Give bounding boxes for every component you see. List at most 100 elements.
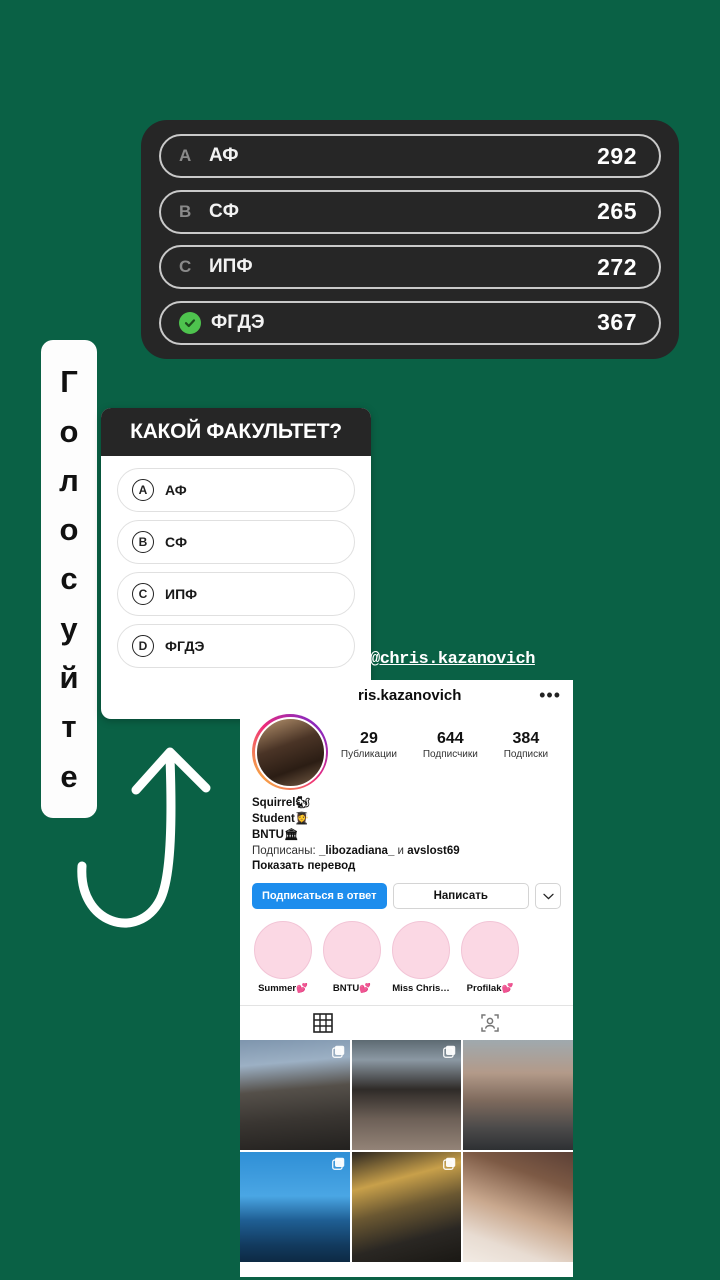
highlight-item[interactable]: Summer💕 [254, 921, 312, 994]
profile-username: ris.kazanovich [358, 686, 462, 704]
vote-letter: у [60, 610, 78, 646]
quiz-option-badge: C [132, 583, 154, 605]
vote-letter: й [59, 660, 79, 696]
quiz-option-label: ИПФ [165, 586, 198, 602]
highlight-cover [392, 921, 450, 980]
quiz-option[interactable]: B СФ [117, 520, 355, 564]
multi-post-icon [443, 1046, 456, 1059]
quiz-option[interactable]: A АФ [117, 468, 355, 512]
result-count: 272 [597, 253, 637, 280]
avatar[interactable] [252, 714, 328, 790]
quiz-option-badge: D [132, 635, 154, 657]
photo-cell[interactable] [240, 1151, 350, 1262]
result-count: 292 [597, 142, 637, 169]
follow-back-button[interactable]: Подписаться в ответ [252, 883, 387, 910]
stat-label: Публикации [340, 749, 397, 760]
result-label: СФ [209, 200, 239, 222]
quiz-option-label: ФГДЭ [165, 638, 205, 654]
stat-followers[interactable]: 644 Подписчики [423, 730, 478, 760]
stat-label: Подписчики [422, 749, 478, 760]
quiz-option[interactable]: D ФГДЭ [117, 624, 355, 668]
photo-cell[interactable] [240, 1040, 350, 1150]
highlight-item[interactable]: Profilak💕 [461, 921, 519, 994]
result-row[interactable]: C ИПФ 272 [159, 245, 661, 290]
chevron-down-icon[interactable] [535, 883, 561, 910]
stat-label: Подписки [503, 749, 549, 760]
stat-value: 644 [437, 730, 464, 747]
result-row-selected[interactable]: ФГДЭ 367 [159, 300, 661, 345]
result-count: 265 [597, 198, 637, 225]
photo-cell[interactable] [351, 1040, 462, 1150]
photo-grid [240, 1040, 573, 1262]
check-circle-icon [179, 311, 201, 334]
quiz-options-list: A АФ B СФ C ИПФ D ФГДЭ [101, 456, 371, 678]
multi-post-icon [331, 1046, 344, 1059]
mutual-user-b[interactable]: avslost69 [407, 845, 459, 857]
profile-tabs [240, 1005, 573, 1039]
profile-bio: Squirrel🐿 Student👩‍🎓 BNTU🏛 Подписаны: _l… [240, 790, 573, 875]
result-count: 367 [597, 309, 637, 336]
avatar-image [254, 716, 326, 788]
highlight-label: Miss Chris… [392, 983, 450, 995]
tagged-person-icon [481, 1014, 499, 1032]
result-label: АФ [209, 145, 239, 166]
quiz-option-label: АФ [165, 482, 187, 498]
vote-letter: о [59, 512, 79, 548]
message-button[interactable]: Написать [392, 883, 529, 910]
bio-line: Squirrel🐿 [252, 797, 311, 809]
more-options-icon[interactable]: ••• [539, 686, 561, 704]
vote-letter: л [59, 462, 79, 498]
mutual-user-a[interactable]: _libozadiana_ [319, 845, 394, 857]
highlight-item[interactable]: BNTU💕 [323, 921, 381, 994]
highlight-cover [323, 921, 381, 980]
bio-line: Student👩‍🎓 [252, 812, 310, 825]
stat-value: 384 [512, 730, 540, 747]
result-row[interactable]: B СФ 265 [159, 189, 661, 234]
highlight-label: BNTU💕 [332, 983, 372, 995]
tab-grid[interactable] [240, 1012, 407, 1033]
mention-sticker[interactable]: @chris.kazanovich [370, 650, 535, 669]
result-label: ФГДЭ [211, 311, 265, 333]
highlight-label: Summer💕 [258, 983, 308, 995]
quiz-option-label: СФ [165, 534, 188, 550]
vote-letter: с [60, 561, 78, 597]
vote-letter: о [59, 413, 79, 449]
quiz-question: КАКОЙ ФАКУЛЬТЕТ? [130, 420, 342, 443]
result-label: ИПФ [209, 256, 253, 278]
profile-main: 29 Публикации 644 Подписчики 384 Подписк… [240, 710, 573, 790]
photo-cell[interactable] [463, 1040, 573, 1150]
multi-post-icon [443, 1157, 456, 1170]
instagram-profile-screenshot: ris.kazanovich ••• 29 Публикации 644 Под… [240, 680, 573, 1277]
quiz-option-badge: A [132, 479, 154, 501]
bio-line: BNTU🏛 [252, 828, 299, 841]
highlight-cover [254, 921, 312, 980]
mutual-prefix: Подписаны: [252, 844, 319, 857]
result-letter: B [179, 201, 192, 221]
profile-action-buttons: Подписаться в ответ Написать [240, 875, 573, 910]
quiz-option-badge: B [132, 531, 154, 553]
photo-cell[interactable] [463, 1151, 573, 1262]
highlight-label: Profilak💕 [466, 983, 514, 995]
vote-letter: Г [60, 364, 78, 400]
profile-stats: 29 Публикации 644 Подписчики 384 Подписк… [328, 714, 561, 760]
quiz-header: КАКОЙ ФАКУЛЬТЕТ? [101, 408, 371, 456]
highlight-cover [461, 921, 519, 980]
grid-icon [313, 1012, 334, 1033]
show-translation-link[interactable]: Показать перевод [252, 859, 561, 875]
quiz-option[interactable]: C ИПФ [117, 572, 355, 616]
mutual-conjunction: и [394, 844, 408, 857]
multi-post-icon [331, 1157, 344, 1170]
story-highlights: Summer💕 BNTU💕 Miss Chris… Profilak💕 [240, 909, 573, 994]
stat-following[interactable]: 384 Подписки [504, 730, 548, 760]
quiz-sticker-card: КАКОЙ ФАКУЛЬТЕТ? A АФ B СФ C ИПФ D ФГДЭ [101, 408, 371, 719]
result-letter: C [179, 257, 192, 277]
stat-posts[interactable]: 29 Публикации [341, 730, 397, 760]
result-row[interactable]: A АФ 292 [159, 134, 661, 178]
result-letter: A [179, 146, 192, 165]
mutual-followers[interactable]: Подписаны: _libozadiana_ и avslost69 [252, 844, 561, 860]
curved-up-arrow-icon [77, 747, 211, 928]
stat-value: 29 [360, 730, 378, 747]
photo-cell[interactable] [351, 1151, 462, 1262]
tab-tagged[interactable] [407, 1013, 574, 1033]
highlight-item[interactable]: Miss Chris… [392, 921, 450, 994]
